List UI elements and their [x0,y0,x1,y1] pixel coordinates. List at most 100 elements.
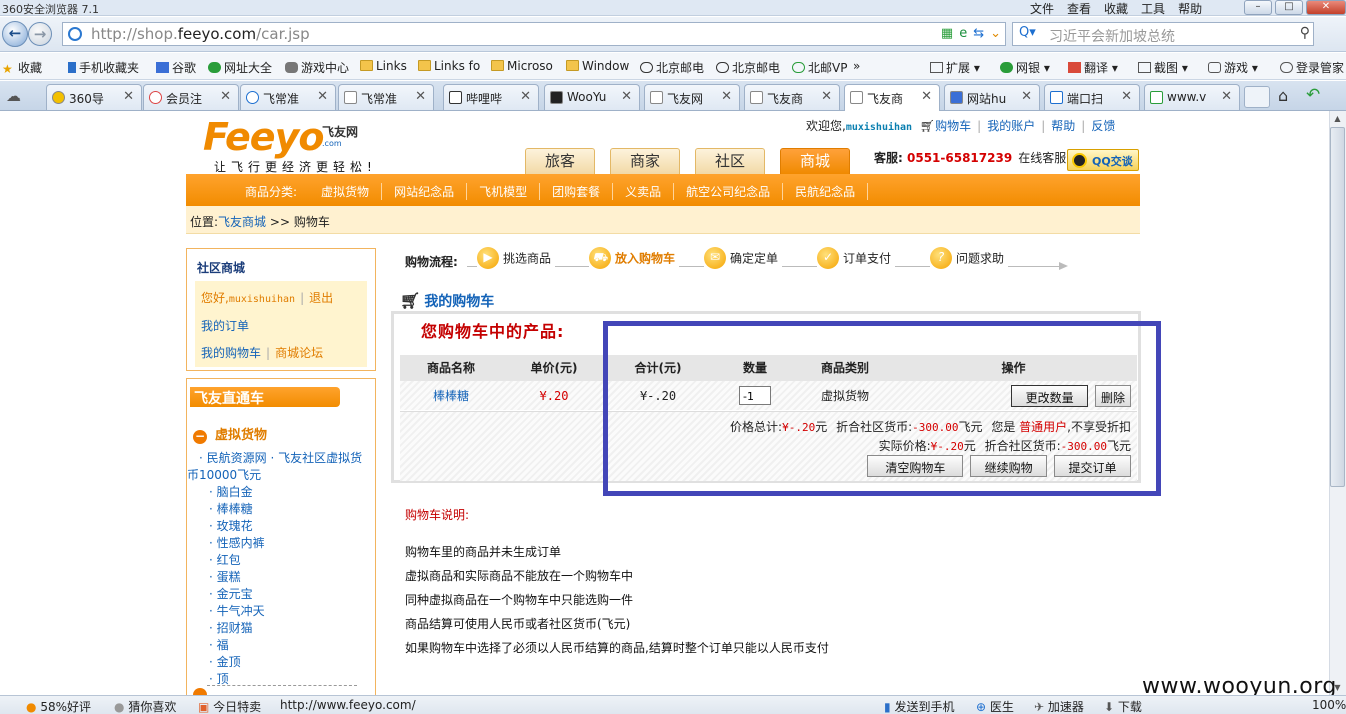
close-window-icon[interactable]: ✕ [1306,0,1346,15]
scroll-thumb[interactable] [1330,127,1345,487]
fav-windows[interactable]: Window [566,59,629,73]
maximize-icon[interactable]: □ [1275,0,1303,15]
fav-games[interactable]: 游戏中心 [285,59,349,76]
tab-website[interactable]: 网站hu ✕ [944,84,1040,110]
tab-merchant[interactable]: 商家 [610,148,680,174]
sidebar-product-item[interactable]: · 福 [209,636,229,653]
category-model[interactable]: 飞机模型 [467,183,541,200]
close-icon[interactable]: ✕ [415,89,426,104]
sidebar-product-item[interactable]: · 性感内裤 [209,534,265,551]
close-icon[interactable]: ✕ [721,89,732,104]
sidebar-product-item[interactable]: · 脑白金 [209,483,253,500]
tab-register[interactable]: 会员注 ✕ [143,84,239,110]
fav-sites[interactable]: 网址大全 [208,59,272,76]
sidebar-product-item[interactable]: 币10000飞元 [187,466,261,483]
tab-bilibili[interactable]: 哔哩哔 ✕ [443,84,539,110]
tab-mall[interactable]: 商城 [780,148,850,174]
help-link[interactable]: 帮助 [1051,119,1075,133]
category-souvenir[interactable]: 网站纪念品 [382,183,468,200]
tab-www[interactable]: www.v ✕ [1144,84,1240,110]
sidebar-product-item[interactable]: · 红包 [209,551,241,568]
download-button[interactable]: ⬇ 下载 [1104,698,1142,714]
home-icon[interactable]: ⌂ [1278,86,1288,105]
account-link[interactable]: 我的账户 [987,119,1035,133]
fav-bupt-1[interactable]: 北京邮电 [640,59,704,76]
accelerator-button[interactable]: ✈ 加速器 [1034,698,1084,714]
tab-feeyo[interactable]: 飞友网 ✕ [644,84,740,110]
extensions-menu[interactable]: 扩展 ▾ [930,59,980,76]
menu-tools[interactable]: 工具 [1141,0,1165,17]
login-manager[interactable]: 登录管家 [1280,59,1344,76]
menu-favorites[interactable]: 收藏 [1104,0,1128,17]
tab-variflight-2[interactable]: 飞常准 ✕ [338,84,434,110]
feedback-link[interactable]: 反馈 [1091,119,1115,133]
send-to-phone[interactable]: ▮ 发送到手机 [884,698,954,714]
close-icon[interactable]: ✕ [520,89,531,104]
menu-file[interactable]: 文件 [1030,0,1054,17]
search-icon[interactable]: ⚲ [1300,25,1310,41]
product-name-link[interactable]: 棒棒糖 [400,387,502,404]
undo-close-icon[interactable]: ↶ [1306,85,1320,105]
address-url[interactable]: http://shop.feeyo.com/car.jsp [91,25,310,43]
my-cart-link[interactable]: 我的购物车 [201,346,261,360]
fav-bupt-vpn[interactable]: 北邮VP [792,59,847,76]
category-charity[interactable]: 义卖品 [613,183,675,200]
category-civil[interactable]: 民航纪念品 [783,183,869,200]
address-bar[interactable]: http://shop.feeyo.com/car.jsp ▦ e ⇆ ⌄ [62,22,1006,46]
back-button[interactable]: ← [2,21,28,47]
category-virtual[interactable]: 虚拟货物 [309,183,383,200]
search-box[interactable]: Q▾ 习近平会新加坡总统 ⚲ [1012,22,1314,46]
doctor-button[interactable]: ⊕ 医生 [976,698,1014,714]
fav-microsoft[interactable]: Microso [491,59,553,73]
close-icon[interactable]: ✕ [821,89,832,104]
close-icon[interactable]: ✕ [1121,89,1132,104]
menu-help[interactable]: 帮助 [1178,0,1202,17]
category-group[interactable]: 团购套餐 [540,183,614,200]
tab-wooyun[interactable]: WooYu ✕ [544,84,640,110]
close-icon[interactable]: ✕ [921,89,932,104]
fav-bupt-2[interactable]: 北京邮电 [716,59,780,76]
tab-360[interactable]: 360导 ✕ [46,84,142,110]
fav-collect[interactable]: ★ 收藏 [2,59,42,76]
translate-menu[interactable]: 翻译 ▾ [1068,59,1118,76]
sidebar-product-item[interactable]: · 金顶 [209,653,241,670]
page-scrollbar[interactable]: ▲ ▼ [1329,111,1346,695]
close-icon[interactable]: ✕ [317,89,328,104]
fav-google[interactable]: 谷歌 [156,59,196,76]
sidebar-product-item[interactable]: · 牛气冲天 [209,602,265,619]
tab-feeyo-shop-1[interactable]: 飞友商 ✕ [744,84,840,110]
sidebar-product-item[interactable]: · 金元宝 [209,585,253,602]
cloud-icon[interactable]: ☁ [6,87,21,105]
sidebar-product-item[interactable]: · 蛋糕 [209,568,241,585]
minimize-icon[interactable]: – [1244,0,1272,15]
close-icon[interactable]: ✕ [123,89,134,104]
close-icon[interactable]: ✕ [220,89,231,104]
scroll-up-icon[interactable]: ▲ [1330,111,1345,126]
games-menu[interactable]: 游戏 ▾ [1208,59,1258,76]
virtual-goods-category[interactable]: − 虚拟货物 [193,424,267,444]
search-input[interactable]: 习近平会新加坡总统 [1049,26,1175,46]
screenshot-menu[interactable]: 截图 ▾ [1138,59,1188,76]
fav-more[interactable]: » [853,59,860,73]
expand-icon[interactable] [193,688,207,695]
new-tab-button[interactable] [1244,86,1270,108]
dropdown-icon[interactable]: ⌄ [990,26,1001,41]
ie-mode-icon[interactable]: e [959,26,967,41]
qr-code-icon[interactable]: ▦ [941,26,953,41]
close-icon[interactable]: ✕ [1221,89,1232,104]
fav-links[interactable]: Links [360,59,407,73]
tab-variflight-1[interactable]: 飞常准 ✕ [240,84,336,110]
rating-status[interactable]: ● 58%好评 [26,698,91,714]
breadcrumb-home[interactable]: 飞友商城 [218,215,266,229]
fav-mobile[interactable]: 手机收藏夹 [68,59,139,76]
my-orders-link[interactable]: 我的订单 [201,319,249,333]
logout-link[interactable]: 退出 [309,291,333,305]
ebank-menu[interactable]: 网银 ▾ [1000,59,1050,76]
qq-chat-button[interactable]: QQ交谈 [1067,149,1139,171]
refresh-icon[interactable]: ⇆ [973,26,984,41]
collapse-icon[interactable]: − [193,430,207,444]
sidebar-product-item[interactable]: · 民航资源网 · 飞友社区虚拟货 [199,449,362,466]
forum-link[interactable]: 商城论坛 [275,346,323,360]
sidebar-product-item[interactable]: · 棒棒糖 [209,500,253,517]
zoom-level[interactable]: 100% [1312,698,1346,712]
